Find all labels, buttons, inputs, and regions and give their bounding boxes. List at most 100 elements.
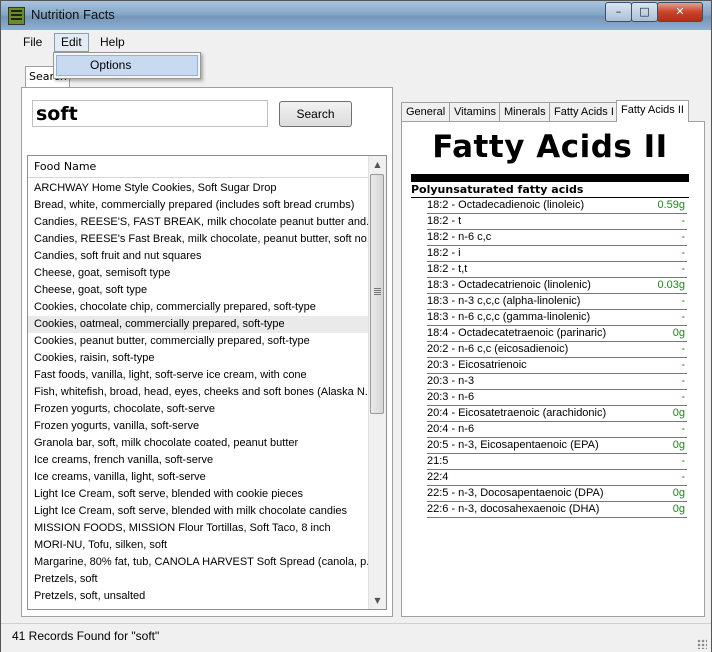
tab-general[interactable]: General: [401, 102, 451, 121]
nutrient-name: 18:2 - t,t: [427, 263, 468, 275]
list-item[interactable]: Candies, soft fruit and nut squares: [28, 248, 368, 265]
list-item[interactable]: Cookies, peanut butter, commercially pre…: [28, 333, 368, 350]
nutrient-value: -: [681, 455, 685, 467]
menu-edit[interactable]: Edit: [54, 33, 89, 52]
food-list[interactable]: Food Name ARCHWAY Home Style Cookies, So…: [27, 155, 387, 610]
minimize-button[interactable]: –: [605, 2, 632, 22]
section-heading: Polyunsaturated fatty acids: [411, 183, 584, 196]
nutrient-row: 18:2 - t,t -: [427, 262, 687, 278]
list-item[interactable]: Cheese, goat, soft type: [28, 282, 368, 299]
column-header-food-name[interactable]: Food Name: [28, 156, 368, 178]
list-item[interactable]: Candies, REESE'S, FAST BREAK, milk choco…: [28, 214, 368, 231]
nutrient-name: 20:3 - n-6: [427, 391, 475, 403]
nutrient-row: 20:2 - n-6 c,c (eicosadienoic) -: [427, 342, 687, 358]
nutrient-name: 20:3 - Eicosatrienoic: [427, 359, 527, 371]
grip-icon: [374, 288, 381, 289]
menu-item-options[interactable]: Options: [56, 55, 198, 76]
nutrient-name: 20:5 - n-3, Eicosapentaenoic (EPA): [427, 439, 599, 451]
status-bar: 41 Records Found for "soft": [1, 623, 711, 652]
scroll-thumb[interactable]: [370, 174, 384, 414]
nutrient-value: -: [681, 343, 685, 355]
list-item[interactable]: Margarine, 80% fat, tub, CANOLA HARVEST …: [28, 554, 368, 571]
nutrient-table: 18:2 - Octadecadienoic (linoleic) 0.59g 18…: [427, 198, 687, 518]
nutrient-row: 18:4 - Octadecatetraenoic (parinaric) 0g: [427, 326, 687, 342]
list-item[interactable]: Fast foods, vanilla, light, soft-serve i…: [28, 367, 368, 384]
nutrient-row: 20:3 - Eicosatrienoic -: [427, 358, 687, 374]
list-item[interactable]: Cheese, goat, semisoft type: [28, 265, 368, 282]
search-input[interactable]: soft: [32, 100, 268, 127]
list-item[interactable]: Ice creams, french vanilla, soft-serve: [28, 452, 368, 469]
list-item[interactable]: Light Ice Cream, soft serve, blended wit…: [28, 486, 368, 503]
nutrient-name: 18:4 - Octadecatetraenoic (parinaric): [427, 327, 607, 339]
app-window: Nutrition Facts – □ ✕ File Edit Help Sea…: [0, 0, 712, 652]
nutrient-name: 22:5 - n-3, Docosapentaenoic (DPA): [427, 487, 604, 499]
list-item[interactable]: Candies, REESE's Fast Break, milk chocol…: [28, 231, 368, 248]
app-icon: [8, 7, 25, 25]
list-item[interactable]: Bread, white, commercially prepared (inc…: [28, 197, 368, 214]
menu-item-options-label: Options: [90, 58, 132, 72]
tab-fatty-acids-ii[interactable]: Fatty Acids II: [616, 100, 689, 122]
nutrient-row: 18:3 - n-6 c,c,c (gamma-linolenic) -: [427, 310, 687, 326]
nutrient-value: 0g: [672, 487, 685, 499]
heading-rule: [411, 174, 689, 182]
nutrient-value: -: [681, 391, 685, 403]
nutrient-name: 18:2 - t: [427, 215, 462, 227]
list-item[interactable]: Pretzels, soft, unsalted: [28, 588, 368, 605]
list-item[interactable]: Fish, whitefish, broad, head, eyes, chee…: [28, 384, 368, 401]
list-item[interactable]: ARCHWAY Home Style Cookies, Soft Sugar D…: [28, 180, 368, 197]
nutrient-row: 20:3 - n-6 -: [427, 390, 687, 406]
list-item[interactable]: MORI-NU, Tofu, silken, soft: [28, 537, 368, 554]
nutrient-name: 18:3 - n-6 c,c,c (gamma-linolenic): [427, 311, 591, 323]
nutrient-row: 20:5 - n-3, Eicosapentaenoic (EPA) 0g: [427, 438, 687, 454]
list-item[interactable]: Frozen yogurts, chocolate, soft-serve: [28, 401, 368, 418]
close-button[interactable]: ✕: [657, 2, 703, 22]
nutrient-value: 0g: [672, 327, 685, 339]
nutrient-name: 18:2 - i: [427, 247, 461, 259]
nutrient-row: 21:5 -: [427, 454, 687, 470]
nutrient-name: 20:2 - n-6 c,c (eicosadienoic): [427, 343, 569, 355]
maximize-button[interactable]: □: [631, 2, 658, 22]
nutrient-value: 0g: [672, 407, 685, 419]
resize-grip-icon[interactable]: [697, 639, 707, 649]
nutrient-value: -: [681, 247, 685, 259]
list-item[interactable]: Cookies, raisin, soft-type: [28, 350, 368, 367]
list-item[interactable]: Ice creams, vanilla, light, soft-serve: [28, 469, 368, 486]
list-item[interactable]: Light Ice Cream, soft serve, blended wit…: [28, 503, 368, 520]
vertical-scrollbar[interactable]: ▲ ▼: [368, 156, 386, 609]
panel-heading: Fatty Acids II: [432, 129, 668, 165]
nutrient-value: 0.03g: [657, 279, 685, 291]
menu-file[interactable]: File: [17, 34, 48, 51]
nutrient-value: -: [681, 263, 685, 275]
list-item[interactable]: MISSION FOODS, MISSION Flour Tortillas, …: [28, 520, 368, 537]
nutrient-name: 20:4 - Eicosatetraenoic (arachidonic): [427, 407, 607, 419]
scroll-down-arrow-icon[interactable]: ▼: [369, 592, 386, 609]
menu-help[interactable]: Help: [94, 34, 131, 51]
nutrient-name: 18:3 - n-3 c,c,c (alpha-linolenic): [427, 295, 581, 307]
nutrient-value: 0g: [672, 503, 685, 515]
nutrient-row: 20:4 - n-6 -: [427, 422, 687, 438]
nutrient-row: 20:3 - n-3 -: [427, 374, 687, 390]
nutrient-name: 22:4: [427, 471, 449, 483]
nutrient-value: -: [681, 311, 685, 323]
list-item[interactable]: Cookies, oatmeal, commercially prepared,…: [28, 316, 368, 333]
nutrient-value: -: [681, 215, 685, 227]
nutrient-name: 18:3 - Octadecatrienoic (linolenic): [427, 279, 591, 291]
nutrient-value: -: [681, 231, 685, 243]
list-item[interactable]: Pretzels, soft: [28, 571, 368, 588]
search-button[interactable]: Search: [279, 101, 352, 127]
menu-bar: File Edit Help: [1, 31, 711, 53]
nutrient-name: 18:2 - Octadecadienoic (linoleic): [427, 199, 585, 211]
list-item[interactable]: Frozen yogurts, vanilla, soft-serve: [28, 418, 368, 435]
nutrient-name: 20:4 - n-6: [427, 423, 475, 435]
nutrient-row: 18:2 - Octadecadienoic (linoleic) 0.59g: [427, 198, 687, 214]
list-item[interactable]: Cookies, chocolate chip, commercially pr…: [28, 299, 368, 316]
tab-fatty-acids-i[interactable]: Fatty Acids I: [549, 102, 619, 121]
nutrient-row: 18:2 - i -: [427, 246, 687, 262]
status-text: 41 Records Found for "soft": [12, 629, 160, 643]
tab-vitamins[interactable]: Vitamins: [449, 102, 501, 121]
list-item[interactable]: Granola bar, soft, milk chocolate coated…: [28, 435, 368, 452]
nutrient-row: 22:4 -: [427, 470, 687, 486]
title-bar[interactable]: Nutrition Facts – □ ✕: [1, 1, 711, 30]
scroll-up-arrow-icon[interactable]: ▲: [369, 156, 386, 173]
tab-minerals[interactable]: Minerals: [499, 102, 551, 121]
